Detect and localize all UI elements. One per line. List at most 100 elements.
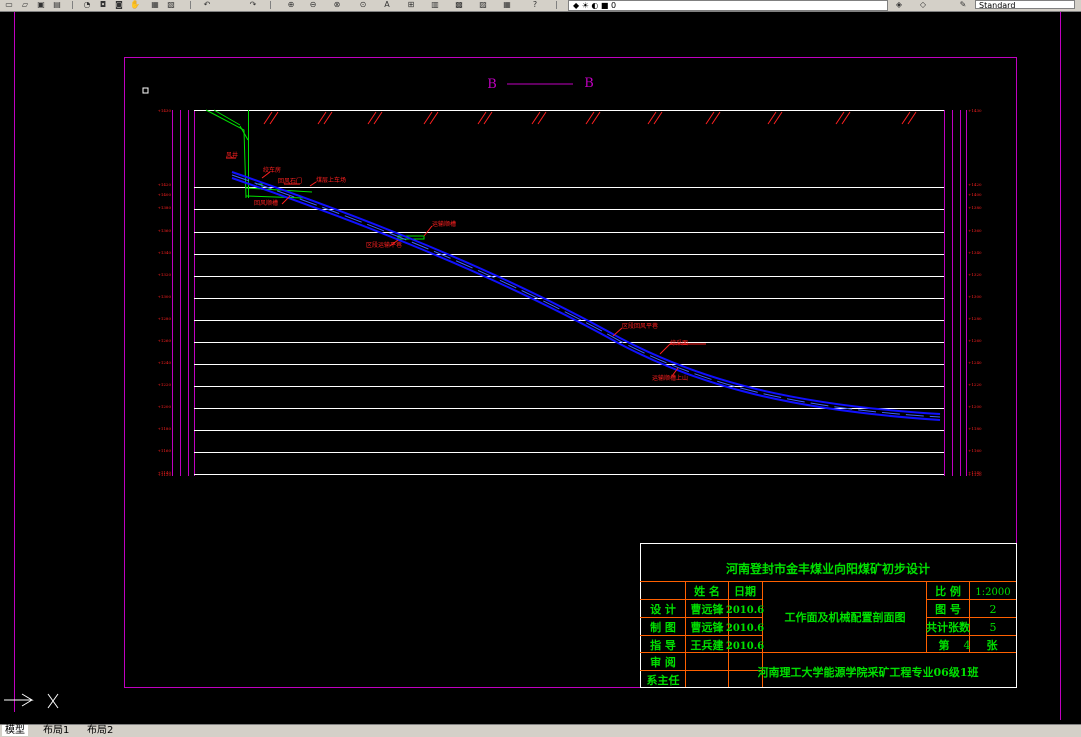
redo-icon[interactable]: ↷ [246, 0, 260, 9]
role-draft: 制 图 [650, 620, 676, 634]
role-dean: 系主任 [647, 673, 680, 687]
label-seam-yard: 煤层上车场 [316, 176, 346, 184]
elevation-label: +1180 [157, 426, 171, 431]
elevation-label: +1260 [157, 338, 171, 343]
properties-icon[interactable]: ▦ [148, 0, 162, 9]
toolbar-separator [190, 1, 191, 9]
elevation-grid [194, 110, 944, 475]
elevation-label: +1280 [157, 316, 171, 321]
tab-layout2[interactable]: 布局2 [84, 725, 116, 736]
zoom-out-icon[interactable]: ⊖ [306, 0, 320, 9]
label-winch-room: 绞车房 [263, 166, 281, 174]
calculator-icon[interactable]: ▨ [476, 0, 490, 9]
elevation-label: +1380 [157, 205, 171, 210]
annotation-labels: 风井 绞车房 回风石门 煤层上车场 回风顺槽 运输顺槽 区段运输平巷 区段回风平… [226, 151, 688, 382]
elevation-label: +1220 [157, 382, 171, 387]
elevation-label: +1400 [157, 192, 171, 197]
elevation-scale-left [172, 110, 195, 476]
scale-value: 1:2000 [975, 587, 1010, 598]
drawing-name: 工作面及机械配置剖面图 [785, 610, 906, 624]
date-draft: 2010.6 [726, 623, 764, 634]
elevation-label: +1160 [968, 448, 982, 453]
date-design: 2010.6 [726, 605, 764, 616]
save-icon[interactable]: ▣ [34, 0, 48, 9]
elevation-label: +1120 [157, 472, 171, 477]
table-icon[interactable]: ▥ [428, 0, 442, 9]
elevation-label: +1430 [968, 108, 982, 113]
sheet-suffix: 张 [987, 638, 999, 652]
elevation-label: +1360 [968, 228, 982, 233]
label-haulage-rise: 运输顺槽上山 [652, 374, 688, 382]
label-section-haulage: 区段运输平巷 [366, 241, 402, 249]
grip-box[interactable] [142, 87, 149, 94]
label-air-shaft: 风井 [226, 151, 238, 159]
header-date: 日期 [734, 584, 756, 598]
elevation-labels-right: +1430 +1420 +1400 +1380 +1360 +1340 +1320 +1300… [968, 108, 982, 477]
elevation-label: +1340 [968, 250, 982, 255]
elevation-label: +1200 [157, 404, 171, 409]
zoom-realtime-icon[interactable]: ◔ [80, 0, 94, 9]
role-review: 审 阅 [650, 655, 676, 669]
surface-hatch [263, 111, 917, 125]
role-design: 设 计 [650, 602, 676, 616]
layer-state-icon: ◆ ☀ ◐ ■ [573, 1, 609, 10]
design-center-icon[interactable]: ▧ [164, 0, 178, 9]
elevation-label: +1380 [968, 205, 982, 210]
layer-dropdown[interactable]: ◆ ☀ ◐ ■ 0 [568, 0, 888, 11]
text-style-manager-icon[interactable]: ✎ [956, 0, 970, 9]
elevation-label: +1420 [157, 182, 171, 187]
toolbar-separator [72, 1, 73, 9]
header-name: 姓 名 [694, 584, 720, 598]
elevation-label: +1280 [968, 316, 982, 321]
label-transport-gateway: 运输顺槽 [432, 220, 456, 228]
drawing-canvas[interactable]: B B +1430+1420+1400+1380+1360+1340+1320+… [0, 12, 1081, 724]
drawing-no-label: 图 号 [935, 603, 961, 616]
elevation-scale-right [944, 110, 967, 476]
tab-layout1[interactable]: 布局1 [40, 725, 72, 736]
elevation-label: +1180 [968, 426, 982, 431]
toolbar-separator [556, 1, 557, 9]
zoom-all-icon[interactable]: ⊙ [356, 0, 370, 9]
help-icon[interactable]: ? [528, 0, 542, 9]
text-style-icon[interactable]: A [380, 0, 394, 9]
label-return-crosscut: 回风石门 [278, 177, 302, 185]
open-icon[interactable]: ▱ [18, 0, 32, 9]
undo-icon[interactable]: ↶ [200, 0, 214, 9]
sheet-value: 4 [964, 639, 971, 652]
tab-model[interactable]: 模型 [2, 725, 28, 736]
elevation-label: +1420 [968, 182, 982, 187]
elevation-label: +1320 [157, 272, 171, 277]
toolbar-separator [270, 1, 271, 9]
layer-previous-icon[interactable]: ◈ [892, 0, 906, 9]
layer-value: 0 [611, 1, 617, 10]
zoom-extents-icon[interactable]: ⊗ [330, 0, 344, 9]
elevation-label: +1220 [968, 382, 982, 387]
title-block: 河南登封市金丰煤业向阳煤矿初步设计 姓 名 日期 设 计 曹远锋 2010.6 … [640, 543, 1017, 688]
print-icon[interactable]: ▤ [50, 0, 64, 9]
pan-icon[interactable]: ✋ [128, 0, 142, 9]
dimension-icon[interactable]: ⊞ [404, 0, 418, 9]
drawing-no-value: 2 [990, 603, 997, 616]
toolbar: ▭ ▱ ▣ ▤ ◔ ◘ ◙ ✋ ▦ ▧ ↶ ↷ ⊕ ⊖ ⊗ ⊙ A ⊞ ▥ ▩ … [0, 0, 1081, 12]
text-style-value: Standard [979, 1, 1016, 10]
sheet-prefix: 第 [939, 638, 950, 652]
scale-label: 比 例 [935, 584, 961, 598]
zoom-previous-icon[interactable]: ◙ [112, 0, 126, 9]
image-icon[interactable]: ▩ [452, 0, 466, 9]
elevation-label: +1260 [968, 338, 982, 343]
zoom-in-icon[interactable]: ⊕ [284, 0, 298, 9]
elevation-label: +1360 [157, 228, 171, 233]
grid-icon[interactable]: ▦ [500, 0, 514, 9]
section-label-left: B [487, 77, 497, 92]
total-sheets-label: 共计张数 [926, 620, 971, 634]
new-icon[interactable]: ▭ [2, 0, 16, 9]
layer-manager-icon[interactable]: ◇ [916, 0, 930, 9]
layout-tabbar: 模型 布局1 布局2 [0, 724, 1081, 737]
name-advisor: 王兵建 [691, 638, 725, 652]
text-style-dropdown[interactable]: Standard [975, 0, 1075, 10]
ucs-icon [4, 693, 59, 709]
elevation-labels-left: +1430 +1420 +1400 +1380 +1360 +1340 +1320 +1300… [157, 108, 171, 477]
zoom-window-icon[interactable]: ◘ [96, 0, 110, 9]
elevation-label: +1340 [157, 250, 171, 255]
elevation-label: +1240 [968, 360, 982, 365]
